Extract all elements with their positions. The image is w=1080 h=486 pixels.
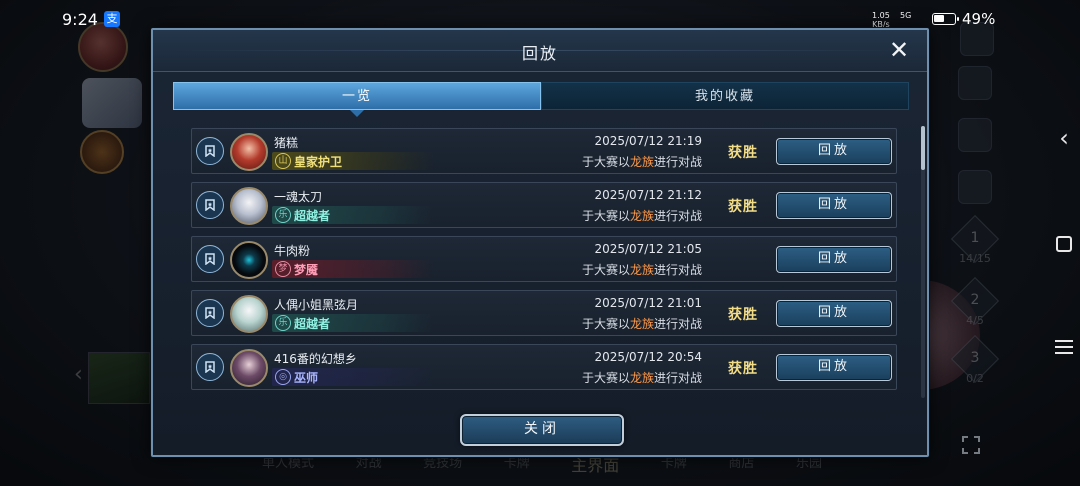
status-time: 9:24 — [62, 10, 98, 29]
replay-button[interactable]: 回放 — [776, 192, 892, 219]
mode-prefix: 于大赛以 — [581, 263, 630, 277]
battery-icon — [932, 13, 959, 25]
player-avatar[interactable] — [230, 133, 268, 171]
mode-suffix: 进行对战 — [653, 209, 702, 223]
mode-prefix: 于大赛以 — [581, 155, 630, 169]
replay-button[interactable]: 回放 — [776, 354, 892, 381]
mode-prefix: 于大赛以 — [581, 371, 630, 385]
replay-list: 猪糕 山 皇家护卫 2025/07/12 21:19 于大赛以龙族进行对战 获胜… — [191, 128, 897, 396]
match-result: 获胜 — [728, 307, 758, 323]
replay-button[interactable]: 回放 — [776, 300, 892, 327]
player-name: 人偶小姐黑弦月 — [274, 298, 359, 312]
fullscreen-icon[interactable] — [962, 436, 980, 454]
deck-class: 龙族 — [629, 209, 654, 223]
player-title: 超越者 — [294, 317, 331, 331]
replay-row: 人偶小姐黑弦月 乐 超越者 2025/07/12 21:01 于大赛以龙族进行对… — [191, 290, 897, 336]
player-name: 牛肉粉 — [274, 244, 311, 258]
match-description: 于大赛以龙族进行对战 — [582, 207, 702, 224]
match-description: 于大赛以龙族进行对战 — [582, 369, 702, 386]
mode-prefix: 于大赛以 — [581, 209, 630, 223]
replay-button[interactable]: 回放 — [776, 246, 892, 273]
player-title: 巫师 — [294, 371, 319, 385]
player-title-badge: ◎ 巫师 — [272, 368, 434, 386]
dialog-title: 回放 — [521, 44, 558, 63]
player-title-badge: 乐 超越者 — [272, 314, 434, 332]
replay-dialog: 回放 ✕ 一览 我的收藏 猪糕 山 皇家护卫 2025/07/12 21:19 … — [151, 28, 929, 457]
battery-percent: 49% — [962, 10, 996, 28]
close-button[interactable]: 关闭 — [460, 414, 624, 446]
system-home-icon[interactable] — [1052, 233, 1076, 257]
player-name: 猪糕 — [274, 136, 299, 150]
match-result: 获胜 — [728, 145, 758, 161]
net-speed-value: 1.05 — [872, 11, 890, 20]
match-datetime: 2025/07/12 21:05 — [594, 242, 702, 256]
mode-suffix: 进行对战 — [653, 371, 702, 385]
bookmark-button[interactable] — [196, 299, 224, 327]
list-scrollbar[interactable] — [921, 126, 925, 398]
tab-overview[interactable]: 一览 — [173, 82, 541, 117]
bookmark-button[interactable] — [196, 353, 224, 381]
replay-row: 猪糕 山 皇家护卫 2025/07/12 21:19 于大赛以龙族进行对战 获胜… — [191, 128, 897, 174]
player-avatar[interactable] — [230, 295, 268, 333]
match-description: 于大赛以龙族进行对战 — [582, 153, 702, 170]
match-description: 于大赛以龙族进行对战 — [582, 315, 702, 332]
player-name: 416番的幻想乡 — [274, 352, 357, 366]
bookmark-button[interactable] — [196, 137, 224, 165]
match-description: 于大赛以龙族进行对战 — [582, 261, 702, 278]
player-title-badge: 梦 梦魇 — [272, 260, 434, 278]
replay-row: 416番的幻想乡 ◎ 巫师 2025/07/12 20:54 于大赛以龙族进行对… — [191, 344, 897, 390]
player-title-badge: 山 皇家护卫 — [272, 152, 434, 170]
title-emblem-icon: 乐 — [275, 207, 291, 223]
mode-suffix: 进行对战 — [653, 155, 702, 169]
match-datetime: 2025/07/12 21:01 — [594, 296, 702, 310]
player-avatar[interactable] — [230, 349, 268, 387]
replay-row: 牛肉粉 梦 梦魇 2025/07/12 21:05 于大赛以龙族进行对战 回放 — [191, 236, 897, 282]
mode-suffix: 进行对战 — [653, 263, 702, 277]
match-datetime: 2025/07/12 21:12 — [594, 188, 702, 202]
title-emblem-icon: 乐 — [275, 315, 291, 331]
player-avatar[interactable] — [230, 241, 268, 279]
player-title: 皇家护卫 — [294, 155, 343, 169]
title-emblem-icon: 梦 — [275, 261, 291, 277]
bookmark-icon — [205, 253, 215, 265]
player-title: 梦魇 — [294, 263, 319, 277]
match-datetime: 2025/07/12 20:54 — [594, 350, 702, 364]
player-title-badge: 乐 超越者 — [272, 206, 434, 224]
match-result: 获胜 — [728, 199, 758, 215]
bookmark-button[interactable] — [196, 191, 224, 219]
bookmark-icon — [205, 361, 215, 373]
bookmark-icon — [205, 307, 215, 319]
match-datetime: 2025/07/12 21:19 — [594, 134, 702, 148]
mode-suffix: 进行对战 — [653, 317, 702, 331]
match-result: 获胜 — [728, 361, 758, 377]
bookmark-button[interactable] — [196, 245, 224, 273]
alipay-icon: 支 — [104, 11, 120, 27]
deck-class: 龙族 — [629, 263, 654, 277]
title-emblem-icon: 山 — [275, 153, 291, 169]
system-back-icon[interactable]: ‹ — [1052, 124, 1076, 152]
net-speed: 1.05 KB/s — [872, 11, 890, 29]
close-x-icon[interactable]: ✕ — [885, 36, 913, 64]
signal-5g-icon: 5G — [900, 11, 912, 20]
tab-favorites[interactable]: 我的收藏 — [541, 82, 909, 110]
deck-class: 龙族 — [629, 155, 654, 169]
tab-bar: 一览 我的收藏 — [173, 82, 909, 117]
replay-row: 一魂太刀 乐 超越者 2025/07/12 21:12 于大赛以龙族进行对战 获… — [191, 182, 897, 228]
deck-class: 龙族 — [629, 317, 654, 331]
bookmark-icon — [205, 199, 215, 211]
player-name: 一魂太刀 — [274, 190, 323, 204]
title-emblem-icon: ◎ — [275, 369, 291, 385]
system-menu-icon[interactable] — [1052, 336, 1076, 358]
mode-prefix: 于大赛以 — [581, 317, 630, 331]
scrollbar-thumb[interactable] — [921, 126, 925, 170]
player-title: 超越者 — [294, 209, 331, 223]
replay-button[interactable]: 回放 — [776, 138, 892, 165]
dialog-header: 回放 ✕ — [153, 30, 927, 72]
player-avatar[interactable] — [230, 187, 268, 225]
bookmark-icon — [205, 145, 215, 157]
deck-class: 龙族 — [629, 371, 654, 385]
